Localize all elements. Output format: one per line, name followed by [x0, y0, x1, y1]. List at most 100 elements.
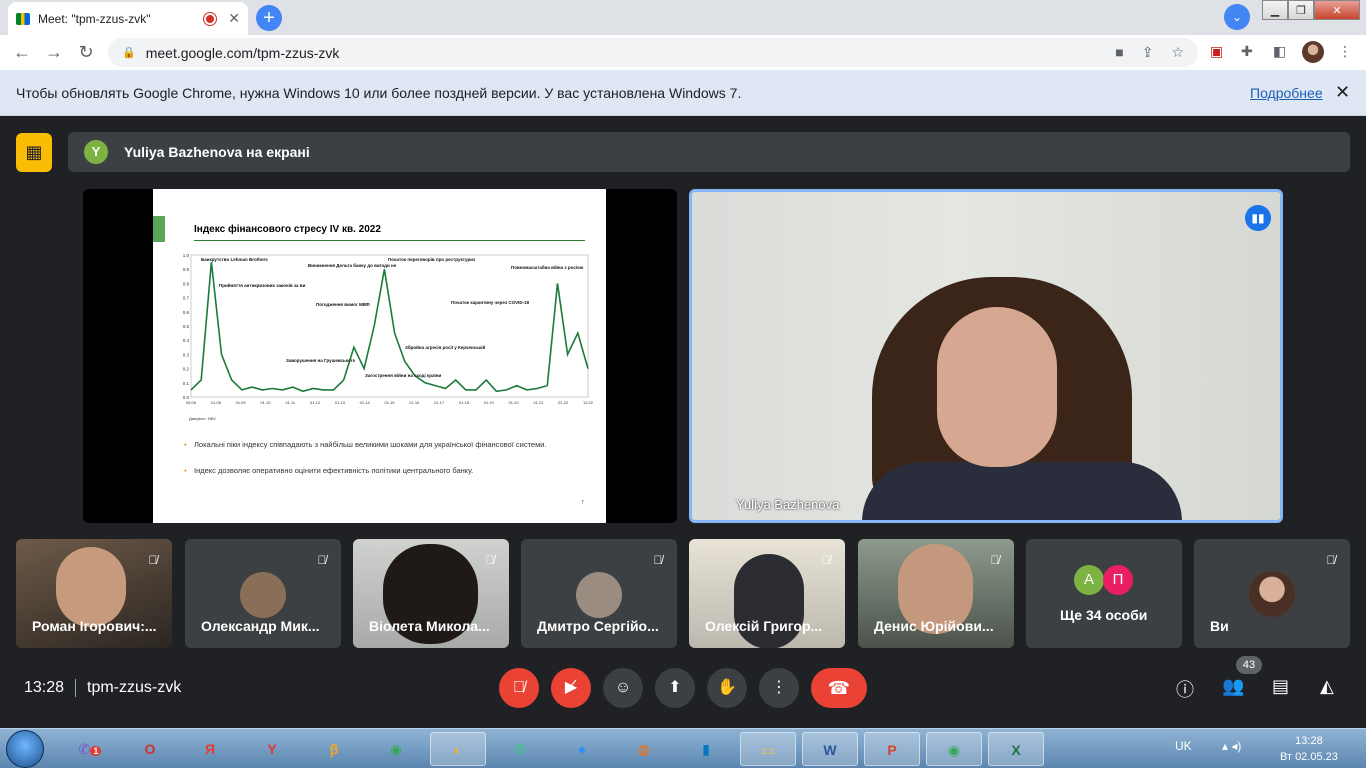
infobar-more-link[interactable]: Подробнее [1250, 85, 1323, 101]
chart-annotation: Заворушення на Грушевського [286, 358, 356, 363]
maximize-button[interactable]: ❐ [1288, 0, 1314, 20]
word-icon[interactable]: W [802, 732, 858, 766]
opera-icon[interactable]: O [122, 732, 178, 766]
powerpoint-icon[interactable]: P [864, 732, 920, 766]
participant-tile[interactable]: 🎙̸ Олексій Григор... [689, 539, 845, 648]
presenter-text: Yuliya Bazhenova на екрані [124, 144, 310, 160]
screen-share-tile[interactable]: Індекс фінансового стресу IV кв. 2022 0.… [83, 189, 677, 523]
self-tile[interactable]: 🎙̸ Ви [1194, 539, 1350, 648]
x-tick-label: 01.11 [285, 400, 295, 405]
minimize-button[interactable]: ▁ [1262, 0, 1288, 20]
x-tick-label: 01.19 [484, 400, 495, 405]
mic-off-icon: 🎙̸ [821, 553, 831, 567]
clock[interactable]: 13:28 Вт 02.05.23 [1280, 733, 1338, 765]
emoji-reactions-button[interactable]: ☺ [603, 668, 643, 708]
tab-search-chevron-icon[interactable]: ⌄ [1224, 4, 1250, 30]
participant-tile[interactable]: 🎙̸ Роман Ігорович:... [16, 539, 172, 648]
speaker-tile[interactable]: Yuliya Bazhenova ▮▮ [689, 189, 1283, 523]
x-tick-label: 01.12 [310, 400, 321, 405]
yandex-browser-icon[interactable]: Я [182, 732, 238, 766]
participant-video [56, 547, 126, 627]
raise-hand-button[interactable]: ✋ [707, 668, 747, 708]
puzzle-extensions-icon[interactable]: ✚ [1241, 43, 1253, 60]
language-indicator[interactable]: UK [1175, 739, 1192, 753]
present-screen-button[interactable]: ⬆ [655, 668, 695, 708]
more-participants-label: Ще 34 особи [1060, 607, 1148, 623]
chat-icon[interactable]: ▤ [1272, 676, 1289, 697]
menu-dots-icon[interactable]: ⋮ [1338, 43, 1352, 60]
mic-off-icon: 🎙̸ [317, 553, 327, 567]
people-icon[interactable]: 👥 [1222, 676, 1244, 697]
start-button[interactable] [6, 730, 44, 768]
y-tick-label: 0.1 [183, 381, 190, 386]
chrome-icon[interactable]: ◉ [368, 732, 424, 766]
mic-off-icon: 🎙̸ [990, 553, 1000, 567]
presenting-banner: Y Yuliya Bazhenova на екрані [68, 132, 1350, 172]
participant-name: Віолета Микола... [369, 618, 490, 634]
vpn-icon[interactable]: ◐ [430, 732, 486, 766]
speaker-name: Yuliya Bazhenova [736, 497, 840, 512]
presentation-icon[interactable]: ▦ [16, 133, 52, 172]
chart-annotation: Початок карантину через COVID-19 [451, 300, 530, 305]
mic-off-icon: 🎙̸ [485, 553, 495, 567]
participant-tile[interactable]: 🎙̸ Віолета Микола... [353, 539, 509, 648]
window-close-button[interactable]: ✕ [1314, 0, 1360, 20]
file-explorer-icon[interactable]: ▭ [740, 732, 796, 766]
extension-icon[interactable]: ▣ [1210, 43, 1223, 60]
infobar-close-icon[interactable]: ✕ [1335, 82, 1350, 103]
x-tick-label: 01.09 [236, 400, 247, 405]
x-tick-label: 01.20 [509, 400, 520, 405]
pdf-reader-icon[interactable]: ◍ [616, 732, 672, 766]
participant-tile[interactable]: 🎙̸ Олександр Мик... [185, 539, 341, 648]
forward-arrow-icon[interactable]: → [38, 42, 70, 63]
participant-name: Олександр Мик... [201, 618, 320, 634]
y-tick-label: 0.8 [183, 281, 190, 286]
participant-tile[interactable]: 🎙̸ Денис Юрійови... [858, 539, 1014, 648]
camera-toggle-button[interactable]: ▶̸ [551, 668, 591, 708]
bookmark-star-icon[interactable]: ☆ [1171, 44, 1184, 61]
x-tick-label: 05.06 [186, 400, 197, 405]
camera-icon[interactable]: ■ [1115, 44, 1123, 61]
beta-app-icon[interactable]: β [306, 732, 362, 766]
self-avatar [1249, 571, 1295, 617]
leave-call-button[interactable]: ☎ [811, 668, 867, 708]
participant-tile[interactable]: 🎙̸ Дмитро Сергійо... [521, 539, 677, 648]
yandex-icon[interactable]: Y [244, 732, 300, 766]
address-bar[interactable]: 🔒 meet.google.com/tpm-zzus-zvk ■ ⇪ ☆ [108, 38, 1198, 67]
more-options-button[interactable]: ⋮ [759, 668, 799, 708]
tab-meet[interactable]: Meet: "tpm-zzus-zvk" ✕ [8, 2, 248, 35]
box-app-icon[interactable]: ▮ [678, 732, 734, 766]
profile-avatar[interactable] [1302, 41, 1324, 63]
slide-title: Індекс фінансового стресу IV кв. 2022 [194, 224, 381, 235]
y-tick-label: 0.6 [183, 310, 190, 315]
viber-icon[interactable]: ✆ 1 [62, 732, 118, 766]
whatsapp-icon[interactable]: ✆ [492, 732, 548, 766]
back-arrow-icon[interactable]: ← [6, 42, 38, 63]
zoom-icon[interactable]: ● [554, 732, 610, 766]
self-name: Ви [1210, 618, 1229, 634]
chart-annotation: Повномасштабна війна з росією [511, 264, 584, 270]
share-icon[interactable]: ⇪ [1142, 44, 1154, 61]
speaker-body [862, 462, 1182, 520]
reload-icon[interactable]: ↻ [70, 42, 102, 63]
mic-toggle-button[interactable]: 🎙̸ [499, 668, 539, 708]
activities-icon[interactable]: ◭ [1320, 676, 1334, 697]
x-tick-label: 12.22 [583, 400, 593, 405]
y-tick-label: 0.5 [183, 324, 190, 329]
chrome-active-icon[interactable]: ◉ [926, 732, 982, 766]
mic-off-icon: 🎙̸ [653, 553, 663, 567]
y-tick-label: 1.0 [183, 253, 190, 258]
side-panel-icon[interactable]: ◧ [1273, 43, 1286, 60]
tab-close-icon[interactable]: ✕ [228, 10, 240, 27]
info-icon[interactable]: ⓘ [1176, 676, 1194, 702]
more-participants-tile[interactable]: A П Ще 34 особи [1026, 539, 1182, 648]
y-tick-label: 0.9 [183, 267, 190, 272]
excel-icon[interactable]: X [988, 732, 1044, 766]
tray-icons[interactable]: ▴ ◂) [1222, 739, 1241, 753]
participant-name: Олексій Григор... [705, 618, 823, 634]
participant-avatar [240, 572, 286, 618]
speaking-indicator-icon: ▮▮ [1245, 205, 1271, 231]
slide-page-number: 7 [581, 500, 584, 506]
lock-icon: 🔒 [122, 47, 136, 59]
new-tab-button[interactable]: + [256, 5, 282, 31]
